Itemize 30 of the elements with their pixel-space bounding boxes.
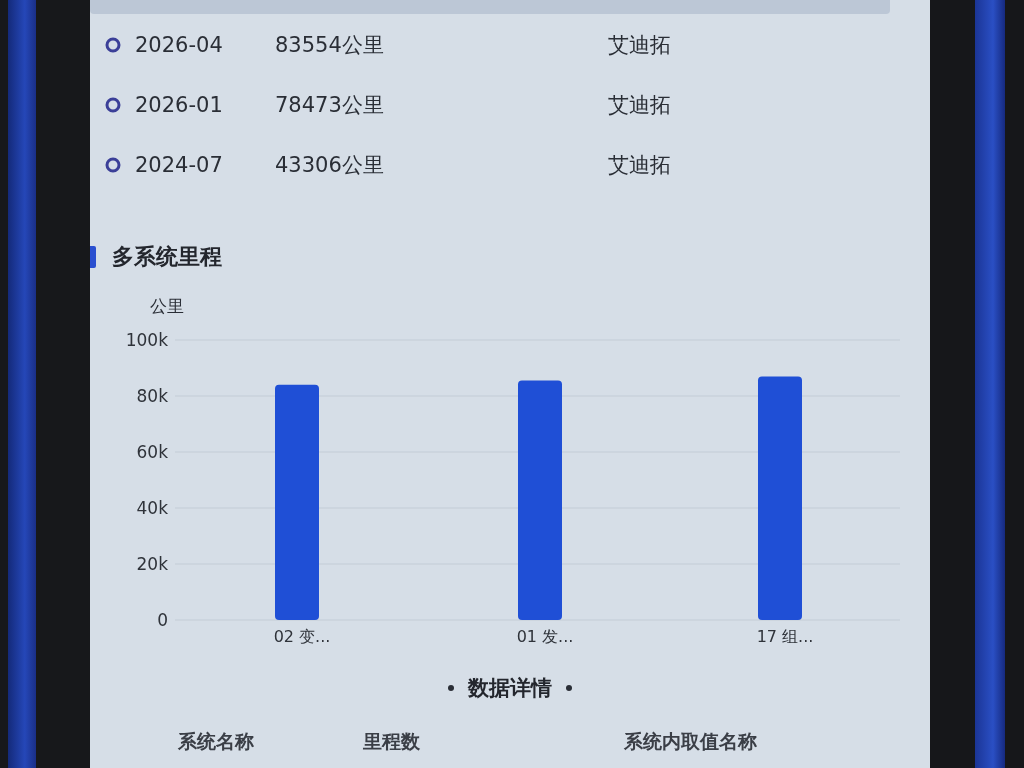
record-mileage: 78473公里 [275, 92, 384, 119]
x-axis-label: 17 组... [756, 627, 814, 646]
record-mileage: 43306公里 [275, 152, 384, 179]
ring-icon [105, 37, 121, 53]
dot-icon [566, 685, 572, 691]
column-header: 系统内取值名称 [624, 729, 757, 754]
record-date: 2026-01 [135, 93, 223, 117]
y-tick-label: 100k [125, 330, 168, 350]
axis-unit-label: 公里 [150, 296, 184, 316]
record-date: 2026-04 [135, 33, 223, 57]
record-brand: 艾迪拓 [608, 92, 671, 119]
ring-icon [105, 157, 121, 173]
y-tick-label: 0 [157, 610, 168, 630]
dot-icon [448, 685, 454, 691]
x-axis-label: 01 发... [516, 627, 574, 646]
record-mileage: 83554公里 [275, 32, 384, 59]
section-title: 多系统里程 [112, 243, 222, 271]
ring-icon [105, 97, 121, 113]
column-header: 里程数 [363, 729, 420, 754]
record-brand: 艾迪拓 [608, 32, 671, 59]
y-tick-label: 80k [136, 386, 168, 406]
section-accent [90, 246, 96, 268]
record-date: 2024-07 [135, 153, 223, 177]
record-brand: 艾迪拓 [608, 152, 671, 179]
column-header: 系统名称 [178, 729, 254, 754]
details-title: 数据详情 [468, 675, 552, 702]
x-axis-label: 02 变... [273, 627, 331, 646]
y-tick-label: 60k [136, 442, 168, 462]
y-tick-label: 40k [136, 498, 168, 518]
y-tick-label: 20k [136, 554, 168, 574]
